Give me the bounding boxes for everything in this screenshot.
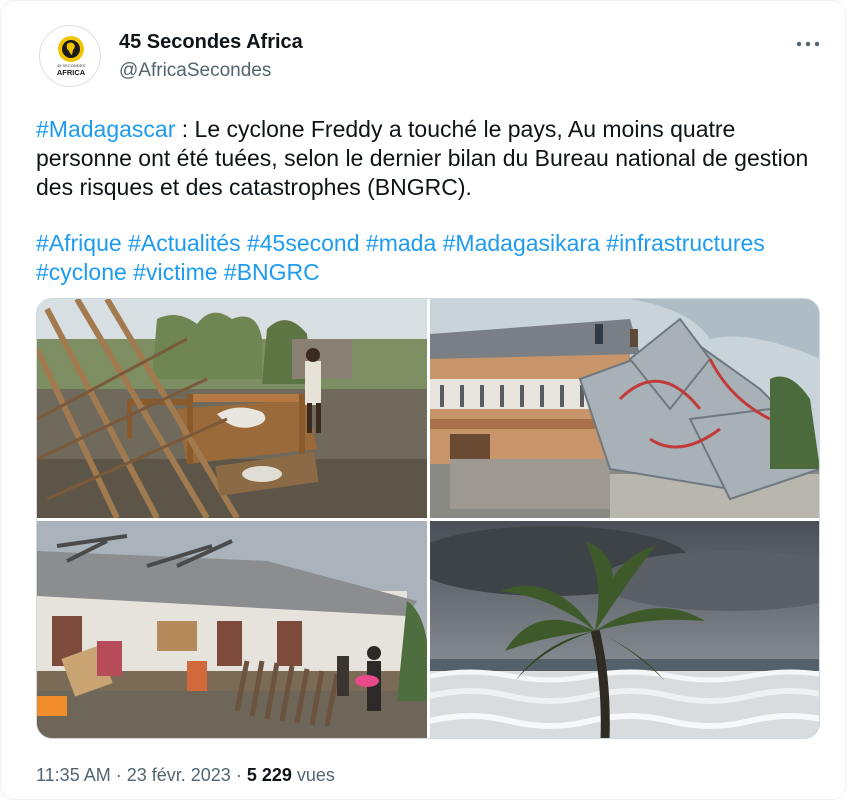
photo-palm-storm[interactable] <box>430 521 819 738</box>
tweet-card: 45 SECONDES AFRICA 45 Secondes Africa @A… <box>0 0 846 800</box>
more-options-button[interactable] <box>793 31 823 57</box>
africa-logo-icon: 45 SECONDES AFRICA <box>57 36 86 77</box>
photo-damaged-house[interactable] <box>37 521 427 738</box>
views-count: 5 229 <box>246 765 292 785</box>
hashtag-link[interactable]: #Madagascar <box>36 116 175 142</box>
hashtag-link[interactable]: #infrastructures <box>606 230 765 256</box>
hashtag-link[interactable]: #cyclone <box>36 259 127 285</box>
hashtag-link[interactable]: #Afrique <box>36 230 122 256</box>
hashtag-link[interactable]: #Actualités <box>128 230 241 256</box>
meta-separator: · <box>110 765 127 785</box>
meta-separator-2: · <box>230 765 247 785</box>
hashtag-link[interactable]: #45second <box>247 230 360 256</box>
views-label: vues <box>296 765 335 785</box>
hashtag-list: #Afrique #Actualités #45second #mada #Ma… <box>36 229 811 287</box>
more-horizontal-icon <box>796 41 820 47</box>
avatar[interactable]: 45 SECONDES AFRICA <box>39 25 101 87</box>
hashtag-link[interactable]: #BNGRC <box>224 259 320 285</box>
photo-damaged-roof[interactable] <box>430 299 819 518</box>
hashtag-link[interactable]: #mada <box>366 230 436 256</box>
hashtag-link[interactable]: #Madagasikara <box>443 230 600 256</box>
hashtag-link[interactable]: #victime <box>133 259 217 285</box>
tweet-meta: 11:35 AM · 23 févr. 2023 · 5 229 vues <box>36 765 335 786</box>
media-grid <box>36 298 820 739</box>
avatar-logo-text: AFRICA <box>57 68 86 77</box>
tweet-body: #Madagascar : Le cyclone Freddy a touché… <box>36 115 811 202</box>
timestamp-date[interactable]: 23 févr. 2023 <box>127 765 231 785</box>
author-name[interactable]: 45 Secondes Africa <box>119 31 303 54</box>
photo-bed-debris[interactable] <box>37 299 427 518</box>
author-handle[interactable]: @AfricaSecondes <box>119 60 271 82</box>
tweet-text: #Madagascar : Le cyclone Freddy a touché… <box>36 115 811 287</box>
timestamp-time[interactable]: 11:35 AM <box>36 765 111 785</box>
